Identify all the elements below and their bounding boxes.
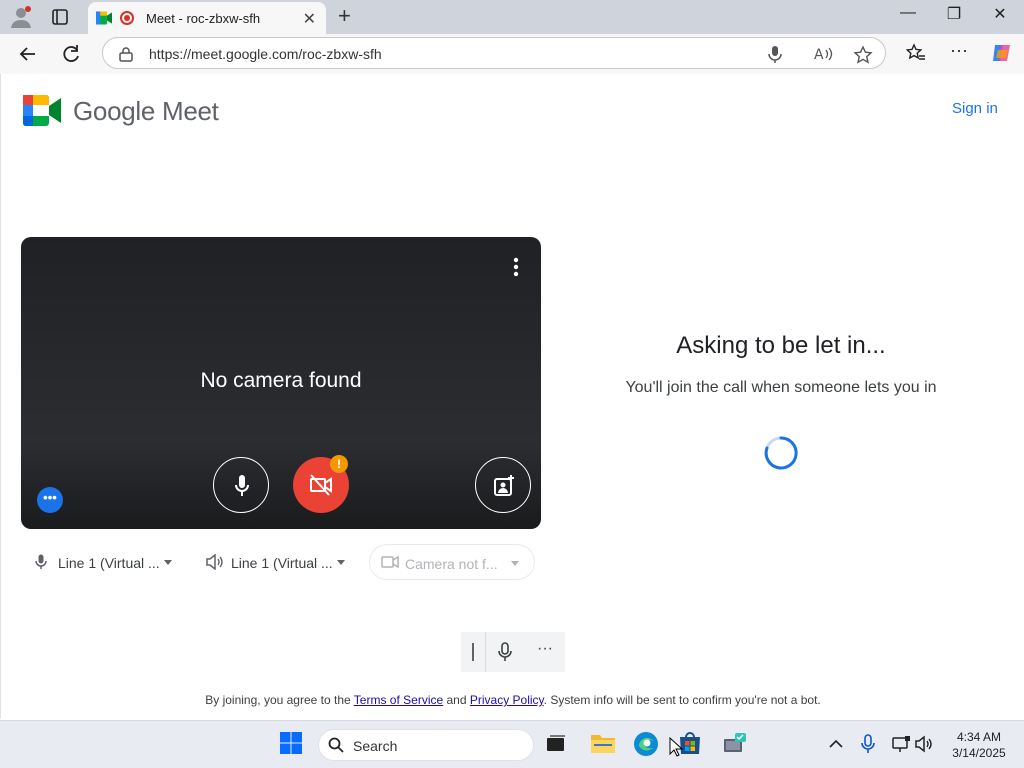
back-icon[interactable] (15, 41, 41, 67)
mini-more-button[interactable]: ··· (537, 640, 553, 658)
chevron-down-icon (511, 561, 519, 566)
voice-search-icon[interactable] (767, 45, 783, 68)
terms-of-service-link[interactable]: Terms of Service (354, 693, 443, 707)
browser-toolbar: https://meet.google.com/roc-zbxw-sfh A ·… (0, 34, 1024, 74)
taskbar-microphone-icon[interactable] (861, 734, 887, 760)
url-text[interactable]: https://meet.google.com/roc-zbxw-sfh (149, 46, 382, 62)
new-tab-button[interactable]: + (338, 3, 351, 29)
camera-icon (381, 555, 399, 572)
camera-select[interactable]: Camera not f... (369, 544, 535, 580)
mouse-cursor-icon (669, 736, 684, 762)
tab-title: Meet - roc-zbxw-sfh (146, 11, 261, 26)
camera-off-icon (309, 474, 333, 501)
restore-button[interactable]: ❐ (934, 4, 974, 24)
chevron-down-icon (164, 560, 172, 565)
more-actions-button[interactable]: ••• (37, 487, 63, 513)
favorites-icon[interactable] (905, 43, 926, 68)
clock-time: 4:34 AM (956, 730, 1002, 744)
close-window-button[interactable]: ✕ (980, 4, 1020, 24)
system-clock[interactable]: 4:34 AM 3/14/2025 (944, 729, 1014, 761)
sign-in-link[interactable]: Sign in (952, 100, 998, 117)
speaker-icon (206, 553, 224, 573)
edge-browser-icon[interactable] (633, 731, 659, 757)
meet-favicon-icon (96, 11, 112, 25)
refresh-icon[interactable] (58, 41, 84, 67)
waiting-description: You'll join the call when someone lets y… (625, 379, 937, 396)
microphone-select[interactable]: Line 1 (Virtual ... (21, 544, 183, 580)
no-camera-message: No camera found (200, 369, 362, 392)
visual-effects-icon (492, 474, 516, 503)
network-icon[interactable] (891, 735, 917, 761)
brand-title: Google Meet (73, 96, 219, 126)
privacy-policy-link[interactable]: Privacy Policy (470, 693, 544, 707)
taskbar-search[interactable]: Search (318, 729, 534, 761)
camera-select-value: Camera not f... (405, 556, 498, 572)
windows-start-icon[interactable] (279, 731, 305, 757)
active-tab[interactable]: Meet - roc-zbxw-sfh ✕ (88, 2, 326, 34)
settings-more-icon[interactable]: ··· (950, 40, 968, 61)
speaker-select[interactable]: Line 1 (Virtual ... (196, 544, 358, 580)
microphone-select-value: Line 1 (Virtual ... (58, 555, 160, 571)
chevron-up-icon[interactable] (829, 736, 855, 762)
tab-actions-icon[interactable] (46, 6, 74, 28)
chevron-down-icon (337, 560, 345, 565)
recording-icon (120, 11, 134, 25)
volume-icon[interactable] (915, 735, 941, 761)
divider (485, 632, 486, 672)
terms-and: and (443, 693, 470, 707)
lock-icon[interactable] (119, 46, 133, 67)
profile-icon[interactable] (8, 4, 34, 30)
remote-desktop-icon[interactable] (722, 731, 748, 757)
loading-spinner-icon (763, 435, 799, 471)
microphone-icon (35, 554, 47, 573)
meet-page: Google Meet Sign in No camera found ! ••… (0, 74, 1024, 718)
waiting-title: Asking to be let in... (676, 332, 886, 359)
copilot-icon[interactable] (990, 41, 1014, 70)
read-aloud-icon[interactable]: A (813, 45, 833, 68)
browser-tab-bar: Meet - roc-zbxw-sfh ✕ + — ❐ ✕ (0, 0, 1024, 34)
windows-taskbar: Search 4:34 AM 3/14/2025 (0, 720, 1024, 768)
task-view-icon[interactable] (544, 731, 570, 757)
terms-notice: By joining, you agree to the Terms of Se… (1, 693, 1024, 707)
microphone-icon[interactable] (498, 642, 512, 667)
terms-suffix: . System info will be sent to confirm yo… (543, 693, 821, 707)
drag-handle-icon[interactable] (472, 643, 474, 661)
tab-close-button[interactable]: ✕ (303, 9, 316, 29)
address-bar[interactable]: https://meet.google.com/roc-zbxw-sfh A (102, 37, 886, 69)
camera-warning-badge: ! (330, 455, 348, 473)
speaker-select-value: Line 1 (Virtual ... (231, 555, 333, 571)
visual-effects-button[interactable] (475, 457, 531, 513)
microphone-toggle-button[interactable] (213, 457, 269, 513)
terms-prefix: By joining, you agree to the (205, 693, 354, 707)
minimize-button[interactable]: — (888, 4, 928, 22)
microphone-icon (233, 474, 251, 503)
more-options-icon[interactable] (511, 257, 521, 277)
file-explorer-icon[interactable] (590, 731, 616, 757)
mini-control-bar: ··· (461, 632, 565, 672)
video-preview: No camera found ! ••• (21, 237, 541, 529)
favorite-star-icon[interactable] (853, 45, 873, 70)
svg-text:A: A (814, 47, 824, 63)
clock-date: 3/14/2025 (952, 746, 1006, 760)
google-meet-logo-icon (23, 95, 61, 126)
search-icon (328, 737, 344, 758)
search-label: Search (353, 738, 398, 754)
